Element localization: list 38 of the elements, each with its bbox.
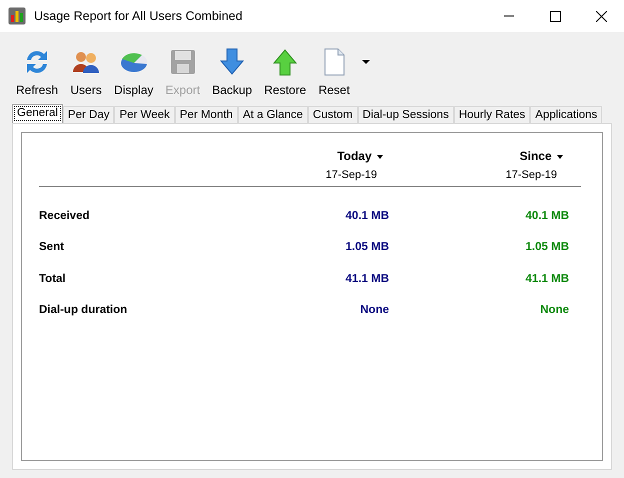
tab[interactable]: Hourly Rates	[454, 106, 530, 123]
value-text: 1.05 MB	[346, 241, 389, 254]
value-text: 40.1 MB	[346, 210, 389, 222]
tab[interactable]: Custom	[308, 106, 358, 123]
toolbar-button[interactable]: Backup	[206, 46, 258, 99]
tab[interactable]: At a Glance	[238, 106, 308, 123]
row-label: Dial-up duration	[39, 304, 128, 316]
column-header[interactable]: Since	[520, 149, 552, 163]
row-label: Received	[39, 210, 90, 222]
row-label: Total	[39, 272, 66, 285]
toolbar-button[interactable]: Display	[108, 46, 160, 99]
app-icon	[8, 7, 26, 25]
tab[interactable]: Dial-up Sessions	[358, 106, 454, 123]
row-label: Sent	[39, 241, 64, 254]
value-text: 1.05 MB	[526, 241, 569, 254]
value-text: 41.1 MB	[346, 272, 389, 285]
tab[interactable]: Per Day	[62, 106, 114, 123]
window-title: Usage Report for All Users Combined	[34, 8, 242, 25]
toolbar-button[interactable]: Restore	[258, 46, 312, 99]
close-icon	[596, 10, 606, 22]
toolbar-button[interactable]: Reset	[312, 46, 356, 99]
toolbar-button[interactable]: Users	[64, 46, 108, 99]
maximize-icon	[550, 10, 560, 22]
tab[interactable]: General	[12, 104, 63, 123]
tab[interactable]: Applications	[530, 106, 602, 123]
column-date: 17-Sep-19	[506, 169, 557, 181]
tab[interactable]: Per Month	[174, 106, 238, 123]
value-text: 40.1 MB	[526, 210, 569, 222]
minimize-icon	[504, 15, 514, 17]
column-header[interactable]: Today	[337, 149, 372, 163]
sort-caret-icon[interactable]	[377, 154, 383, 159]
toolbar-button[interactable]: Refresh	[10, 46, 64, 99]
value-text: 41.1 MB	[526, 272, 569, 285]
sort-caret-icon[interactable]	[557, 154, 563, 159]
value-text: None	[360, 304, 389, 316]
tab[interactable]: Per Week	[114, 106, 175, 123]
value-text: None	[540, 304, 569, 316]
column-date: 17-Sep-19	[326, 169, 377, 181]
